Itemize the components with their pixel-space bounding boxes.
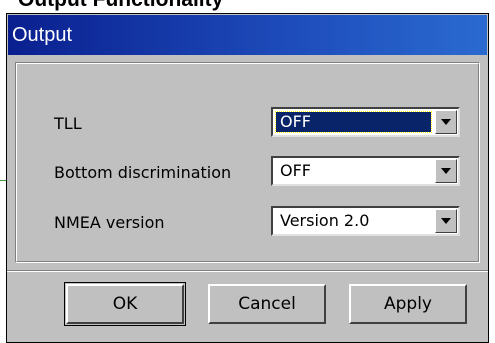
chevron-down-icon [441, 119, 451, 125]
nmea-version-label: NMEA version [54, 213, 165, 232]
apply-button[interactable]: Apply [349, 284, 467, 324]
settings-group: TLL OFF Bottom discrimination OFF NMEA v… [15, 62, 480, 263]
dialog-title: Output [12, 24, 73, 46]
bottom-discrimination-dropdown-button[interactable] [435, 159, 457, 183]
nmea-version-dropdown-button[interactable] [435, 209, 457, 233]
bottom-discrimination-label: Bottom discrimination [54, 163, 232, 182]
ok-button[interactable]: OK [66, 284, 184, 324]
bottom-discrimination-value: OFF [280, 161, 311, 180]
tll-label: TLL [54, 114, 82, 133]
tll-select[interactable]: OFF [271, 107, 460, 137]
bottom-discrimination-select[interactable]: OFF [271, 156, 460, 186]
background-heading: Output Functionality [18, 0, 478, 11]
nmea-version-select[interactable]: Version 2.0 [271, 206, 460, 236]
chevron-down-icon [441, 168, 451, 174]
output-dialog: Output TLL OFF Bottom discrimination OFF… [6, 13, 489, 343]
tll-dropdown-button[interactable] [435, 110, 457, 134]
tll-value: OFF [275, 111, 432, 133]
nmea-version-value: Version 2.0 [280, 211, 370, 230]
dialog-titlebar[interactable]: Output [8, 15, 487, 55]
chevron-down-icon [441, 218, 451, 224]
cancel-button[interactable]: Cancel [208, 284, 326, 324]
button-separator-highlight [7, 271, 488, 272]
